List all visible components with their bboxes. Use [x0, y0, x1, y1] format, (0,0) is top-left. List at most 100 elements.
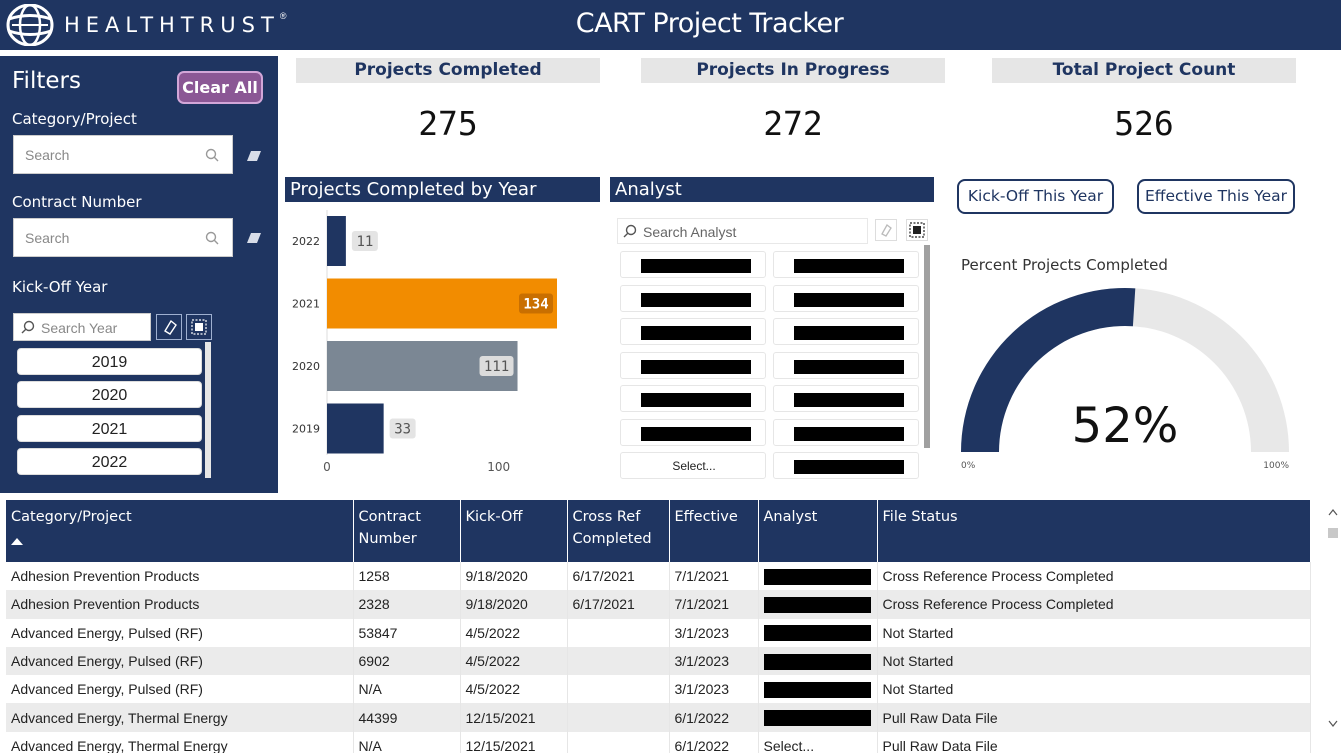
category-clear-eraser-icon[interactable] — [246, 150, 262, 162]
table-cell: 12/15/2021 — [460, 703, 568, 732]
table-cell — [567, 646, 670, 676]
table-cell — [758, 562, 878, 591]
col-analyst-header[interactable]: Analyst — [758, 500, 878, 562]
redacted-name — [794, 427, 904, 441]
clear-all-button[interactable]: Clear All — [177, 71, 263, 104]
table-cell: Adhesion Prevention Products — [6, 590, 354, 619]
col-label: Kick-Off — [465, 509, 523, 525]
data-label: 33 — [394, 422, 411, 438]
contract-search-input[interactable]: Search — [13, 218, 233, 257]
year-item-2022[interactable]: 2022 — [17, 448, 202, 475]
table-row[interactable]: Advanced Energy, Pulsed (RF) 6902 4/5/2022… — [6, 646, 1311, 676]
col-contract-header[interactable]: Contract Number — [353, 500, 461, 562]
analyst-item[interactable] — [620, 251, 766, 278]
col-kickoff-header[interactable]: Kick-Off — [460, 500, 568, 562]
analyst-item[interactable] — [773, 285, 919, 312]
analyst-item[interactable] — [773, 419, 919, 446]
year-list-scrollbar[interactable] — [205, 342, 211, 478]
table-row[interactable]: Advanced Energy, Pulsed (RF) 53847 4/5/202… — [6, 618, 1311, 647]
redacted-name — [641, 360, 751, 374]
table-cell: Not Started — [877, 618, 1311, 647]
analyst-clear-eraser-icon[interactable] — [875, 219, 897, 241]
analyst-item[interactable] — [773, 385, 919, 412]
table-cell: Advanced Energy, Thermal Energy — [6, 731, 354, 753]
analyst-item[interactable] — [773, 251, 919, 278]
analyst-item[interactable] — [620, 318, 766, 345]
col-effective-header[interactable]: Effective — [669, 500, 759, 562]
col-file-status-header[interactable]: File Status — [877, 500, 1311, 562]
table-row[interactable]: Advanced Energy, Pulsed (RF) N/A 4/5/2022 3… — [6, 675, 1311, 704]
table-cell: 4/5/2022 — [460, 675, 568, 704]
analyst-item[interactable] — [773, 452, 919, 479]
table-cell: Pull Raw Data File — [877, 703, 1311, 732]
contract-search-placeholder: Search — [25, 230, 70, 246]
kpi-completed-label: Projects Completed — [296, 58, 600, 83]
year-search-placeholder: Search Year — [41, 320, 118, 336]
y-tick-label: 2020 — [292, 360, 320, 373]
search-icon — [21, 320, 35, 334]
year-item-2021[interactable]: 2021 — [17, 415, 202, 442]
search-icon — [623, 224, 637, 238]
table-row[interactable]: Advanced Energy, Thermal Energy 44399 12/1… — [6, 703, 1311, 732]
analyst-item[interactable] — [773, 318, 919, 345]
kickoff-year-label: Kick-Off Year — [12, 278, 108, 296]
table-cell: Cross Reference Process Completed — [877, 590, 1311, 619]
analyst-item[interactable] — [620, 419, 766, 446]
contract-label: Contract Number — [12, 193, 142, 211]
scroll-down-icon[interactable] — [1328, 720, 1338, 727]
redacted-analyst — [763, 568, 871, 585]
bar-2019[interactable] — [327, 403, 384, 454]
year-clear-eraser-icon[interactable] — [156, 314, 182, 340]
table-cell — [758, 703, 878, 732]
year-select-all-icon[interactable] — [186, 314, 212, 340]
redacted-analyst — [763, 625, 871, 642]
table-cell: 6/17/2021 — [567, 562, 670, 591]
data-label: 134 — [523, 297, 548, 313]
scroll-thumb[interactable] — [1328, 528, 1338, 538]
year-search-input[interactable]: Search Year — [13, 313, 151, 341]
table-row[interactable]: Advanced Energy, Thermal Energy N/A 12/15/… — [6, 731, 1311, 753]
col-category-header[interactable]: Category/Project — [6, 500, 354, 562]
table-cell — [567, 731, 670, 753]
category-search-input[interactable]: Search — [13, 135, 233, 174]
bar-2022[interactable] — [327, 216, 346, 266]
effective-this-year-button[interactable]: Effective This Year — [1137, 179, 1295, 214]
table-cell: Pull Raw Data File — [877, 731, 1311, 753]
col-label: Analyst — [763, 509, 818, 525]
kpi-in-progress-label: Projects In Progress — [641, 58, 945, 83]
redacted-name — [794, 460, 904, 474]
redacted-analyst — [763, 653, 871, 670]
analyst-search-placeholder: Search Analyst — [643, 224, 737, 240]
kickoff-this-year-button[interactable]: Kick-Off This Year — [957, 179, 1114, 214]
analyst-item-select[interactable]: Select... — [620, 452, 766, 479]
kpi-total-label: Total Project Count — [992, 58, 1296, 83]
contract-clear-eraser-icon[interactable] — [246, 232, 262, 244]
kpi-in-progress-value: 272 — [763, 104, 823, 143]
col-crossref-header[interactable]: Cross Ref Completed — [567, 500, 670, 562]
table-cell: 44399 — [353, 703, 461, 732]
col-label: Cross Ref Completed — [572, 509, 652, 547]
search-icon — [205, 231, 219, 245]
percent-completed-gauge: 52% 0% 100% — [961, 288, 1289, 471]
table-cell: 2328 — [353, 590, 461, 619]
analyst-list-scrollbar[interactable] — [924, 245, 930, 448]
redacted-name — [794, 293, 904, 307]
table-row[interactable]: Adhesion Prevention Products 2328 9/18/202… — [6, 590, 1311, 619]
data-label: 11 — [356, 234, 373, 250]
year-item-2019[interactable]: 2019 — [17, 348, 202, 375]
analyst-item[interactable] — [773, 352, 919, 379]
col-label: Contract Number — [358, 509, 421, 547]
table-cell — [758, 618, 878, 647]
analyst-item[interactable] — [620, 285, 766, 312]
analyst-item[interactable] — [620, 352, 766, 379]
analyst-item[interactable] — [620, 385, 766, 412]
table-scrollbar[interactable] — [1326, 500, 1340, 753]
scroll-up-icon[interactable] — [1328, 509, 1338, 516]
chart-title: Projects Completed by Year — [285, 177, 600, 202]
table-row[interactable]: Adhesion Prevention Products 1258 9/18/202… — [6, 562, 1311, 591]
analyst-search-input[interactable]: Search Analyst — [617, 218, 868, 244]
year-item-2020[interactable]: 2020 — [17, 381, 202, 408]
table-cell: Not Started — [877, 646, 1311, 676]
table-cell: Advanced Energy, Pulsed (RF) — [6, 618, 354, 647]
analyst-select-all-icon[interactable] — [906, 219, 928, 241]
